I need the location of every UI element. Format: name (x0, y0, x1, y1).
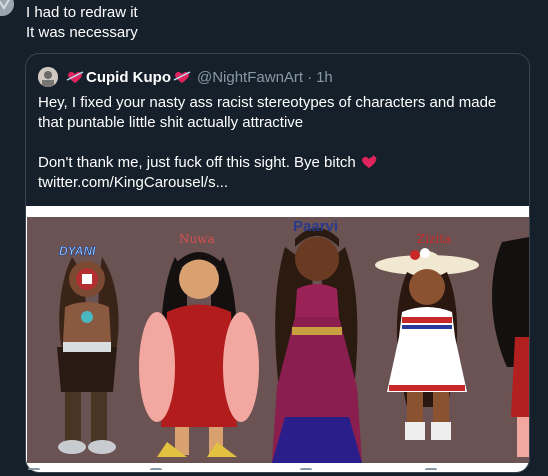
quoted-separator: · (307, 68, 313, 86)
quoted-paragraph-2: Don't thank me, just fuck off this sight… (38, 153, 518, 173)
label-dyani: DYANI (59, 244, 96, 258)
quoted-link[interactable]: twitter.com/KingCarousel/s... (38, 174, 228, 191)
heart-icon (66, 71, 84, 83)
quoted-time[interactable]: 1h (316, 69, 333, 86)
quoted-tweet-header: Cupid Kupo @NightFawnArt · 1h (38, 67, 333, 87)
quoted-body: Hey, I fixed your nasty ass racist stere… (38, 93, 518, 193)
quoted-tweet[interactable]: Cupid Kupo @NightFawnArt · 1h Hey, I fix… (25, 53, 530, 473)
tweet-text: I had to redraw it It was necessary (26, 3, 138, 43)
quoted-display-name[interactable]: Cupid Kupo (64, 69, 193, 86)
like-icon[interactable] (300, 468, 312, 476)
reply-icon[interactable] (28, 468, 40, 476)
heart-icon (362, 155, 377, 168)
quoted-display-name-text: Cupid Kupo (86, 68, 171, 86)
quoted-paragraph-1: Hey, I fixed your nasty ass racist stere… (38, 94, 497, 131)
quoted-media[interactable]: DYANI Nuwa Paarvi Zizita (26, 206, 529, 472)
share-icon[interactable] (425, 468, 437, 476)
heart-icon (173, 71, 191, 83)
label-zizita: Zizita (417, 232, 451, 246)
character-paarvi (272, 228, 362, 463)
quoted-avatar[interactable] (38, 67, 58, 87)
label-paarvi: Paarvi (293, 218, 338, 235)
label-nuwa: Nuwa (179, 232, 215, 246)
artwork-image: DYANI Nuwa Paarvi Zizita (27, 217, 529, 463)
tweet-line-2: It was necessary (26, 24, 138, 41)
retweet-icon[interactable] (150, 468, 162, 476)
quoted-paragraph-2-text: Don't thank me, just fuck off this sight… (38, 154, 356, 171)
quoted-handle[interactable]: @NightFawnArt (197, 69, 303, 86)
author-avatar[interactable] (0, 0, 14, 16)
tweet-actions (0, 468, 548, 476)
tweet-line-1: I had to redraw it (26, 4, 138, 21)
